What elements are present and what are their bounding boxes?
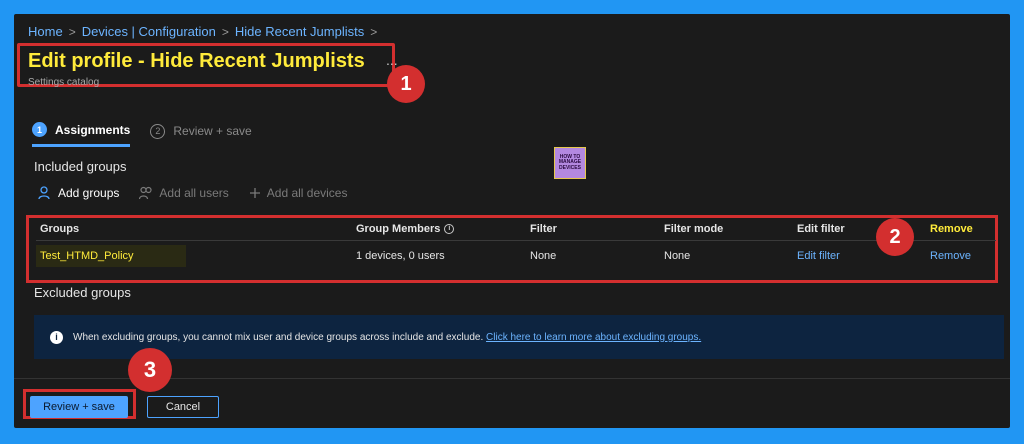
cancel-button[interactable]: Cancel (147, 396, 219, 418)
breadcrumb-profile[interactable]: Hide Recent Jumplists (235, 24, 364, 39)
breadcrumb-home[interactable]: Home (28, 24, 63, 39)
step-number-icon: 1 (32, 122, 47, 137)
table-row: Test_HTMD_Policy 1 devices, 0 users None… (36, 243, 996, 269)
tab-assignments[interactable]: 1 Assignments (32, 122, 131, 147)
included-groups-toolbar: Add groups Add all users Add all devices (38, 186, 347, 200)
learn-more-link[interactable]: Click here to learn more about excluding… (486, 332, 701, 343)
annotation-badge-2: 2 (876, 218, 914, 256)
edit-filter-link[interactable]: Edit filter (797, 243, 840, 269)
exclusion-info-banner: i When excluding groups, you cannot mix … (34, 315, 1004, 359)
plus-icon (249, 188, 260, 198)
add-all-devices-button[interactable]: Add all devices (249, 186, 347, 200)
groups-table-header: Groups Group Members i Filter Filter mod… (36, 217, 996, 241)
review-save-button[interactable]: Review + save (30, 396, 128, 418)
annotation-badge-3: 3 (128, 348, 172, 392)
chevron-right-icon: > (370, 24, 378, 39)
page-subtitle: Settings catalog (28, 77, 100, 88)
col-filter-mode: Filter mode (664, 222, 724, 235)
add-groups-button[interactable]: Add groups (38, 186, 119, 200)
chevron-right-icon: > (68, 24, 76, 39)
info-icon: i (50, 330, 63, 344)
group-members-cell: 1 devices, 0 users (356, 250, 445, 262)
tab-review-save[interactable]: 2 Review + save (150, 122, 252, 147)
col-edit-filter: Edit filter (797, 222, 845, 235)
breadcrumb: Home > Devices | Configuration > Hide Re… (28, 24, 377, 39)
info-icon[interactable]: i (444, 223, 455, 234)
chevron-right-icon: > (221, 24, 229, 39)
info-text: When excluding groups, you cannot mix us… (73, 331, 702, 343)
portal-window: Home > Devices | Configuration > Hide Re… (14, 14, 1010, 428)
col-groups: Groups (40, 222, 80, 235)
wizard-tabs: 1 Assignments 2 Review + save (32, 122, 252, 147)
filter-cell: None (530, 250, 557, 262)
step-number-icon: 2 (150, 123, 166, 139)
group-name: Test_HTMD_Policy (36, 245, 186, 267)
htmd-logo: HOW TO MANAGE DEVICES (554, 147, 586, 179)
tab-assignments-label: Assignments (55, 122, 131, 137)
col-filter: Filter (530, 222, 557, 235)
included-groups-heading: Included groups (34, 159, 127, 174)
col-remove: Remove (930, 222, 973, 235)
page-title: Edit profile - Hide Recent Jumplists (28, 50, 365, 72)
add-person-icon (38, 186, 50, 200)
group-name-cell: Test_HTMD_Policy (36, 243, 186, 269)
tab-review-save-label: Review + save (173, 124, 252, 138)
more-options-icon[interactable]: ... (386, 52, 398, 68)
remove-link[interactable]: Remove (930, 243, 971, 269)
annotation-badge-1: 1 (387, 65, 425, 103)
users-icon (139, 186, 152, 200)
add-all-users-button[interactable]: Add all users (139, 186, 229, 200)
col-group-members: Group Members i (356, 217, 455, 240)
filter-mode-cell: None (664, 250, 691, 262)
breadcrumb-devices-configuration[interactable]: Devices | Configuration (82, 24, 216, 39)
excluded-groups-heading: Excluded groups (34, 285, 131, 300)
